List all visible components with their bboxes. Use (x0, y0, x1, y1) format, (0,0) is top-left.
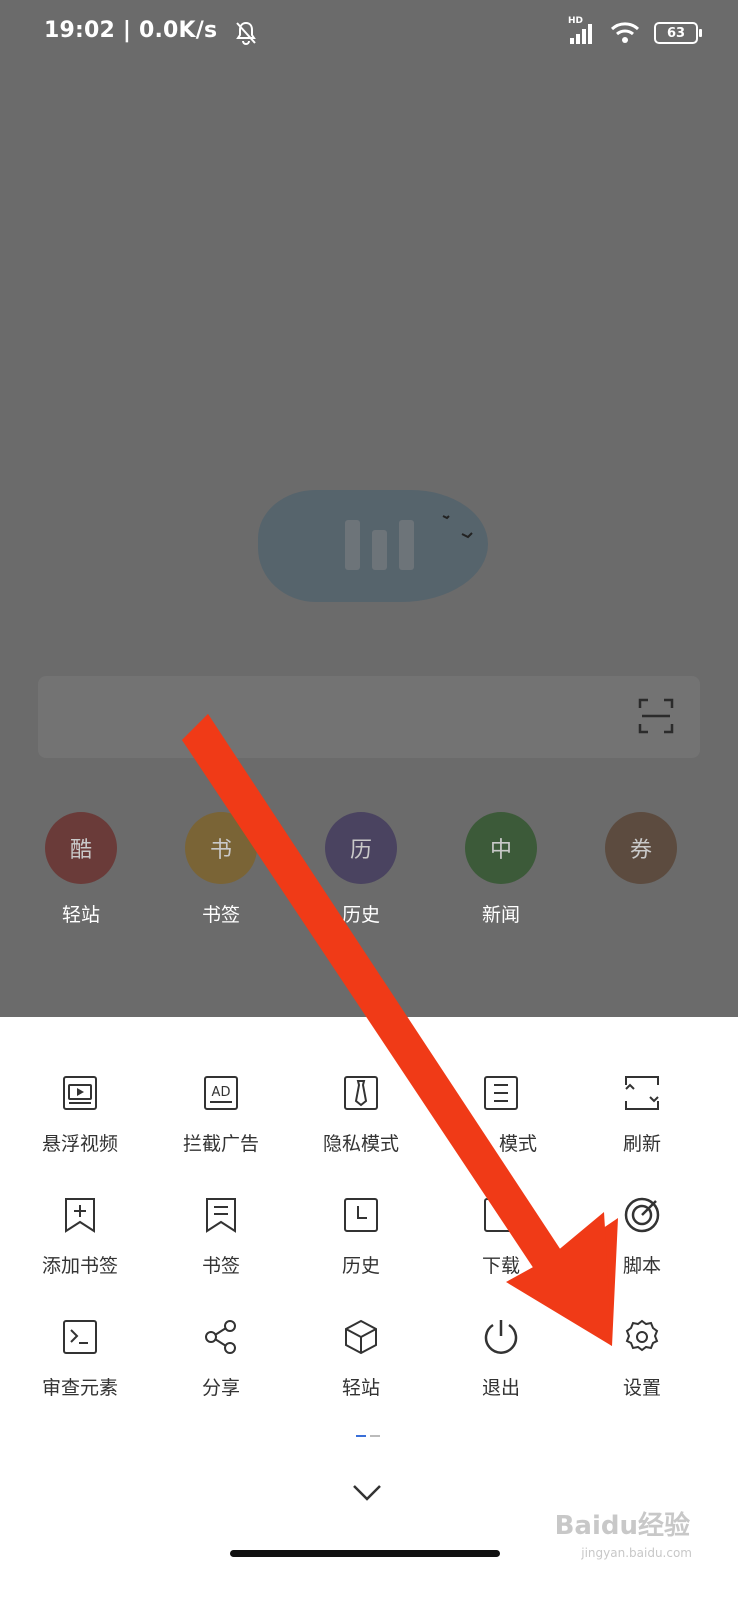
privacy-mode-icon (344, 1076, 378, 1110)
status-icons: HD 63 (236, 16, 702, 48)
wifi-icon (610, 22, 640, 43)
menu-item-light-site[interactable]: 轻站 (301, 1317, 421, 1400)
menu-item-settings[interactable]: 设置 (582, 1317, 702, 1400)
inspect-element-icon (63, 1320, 97, 1354)
menu-item-exit[interactable]: 退出 (441, 1317, 561, 1400)
menu-label: 模式 (498, 1133, 537, 1155)
quick-link-4[interactable]: 券 (581, 812, 701, 900)
scan-icon[interactable] (638, 698, 674, 734)
watermark-url: jingyan.baidu.com (581, 1546, 692, 1560)
menu-label: 审查元素 (41, 1377, 118, 1399)
menu-item-inspect-element[interactable]: 审查元素 (20, 1317, 140, 1400)
bookmark-icon (206, 1198, 236, 1233)
power-icon (484, 1320, 518, 1354)
quick-link-badge: 券 (605, 812, 677, 884)
refresh-icon (625, 1076, 659, 1110)
chevron-down-icon[interactable] (352, 1484, 382, 1502)
quick-link-0[interactable]: 酷 轻站 (21, 812, 141, 927)
menu-label: 刷新 (622, 1133, 661, 1155)
menu-label: 隐私模式 (322, 1133, 399, 1155)
menu-label: 悬浮视频 (41, 1133, 118, 1155)
status-bar: 19:02 | 0.0K/s HD 63 (0, 0, 738, 66)
light-site-icon (345, 1319, 377, 1355)
menu-item-bookmark[interactable]: 书签 (161, 1195, 281, 1278)
menu-item-refresh[interactable]: 刷新 (582, 1073, 702, 1156)
menu-item-script[interactable]: 脚本 (582, 1195, 702, 1278)
battery-icon: 63 (654, 22, 702, 44)
reading-mode-icon (484, 1076, 518, 1110)
menu-label: 设置 (622, 1377, 661, 1399)
quick-link-badge: 中 (465, 812, 537, 884)
quick-link-label: 新闻 (481, 904, 520, 926)
quick-link-1[interactable]: 书 书签 (161, 812, 281, 927)
svg-text:AD: AD (212, 1085, 231, 1100)
signal-icon: HD (568, 16, 596, 46)
bird-decoration-icon (442, 515, 473, 539)
script-icon (624, 1197, 660, 1233)
menu-label: 退出 (481, 1377, 520, 1399)
quick-link-badge: 酷 (45, 812, 117, 884)
add-bookmark-icon (65, 1198, 95, 1233)
menu-label: 脚本 (622, 1255, 661, 1277)
quick-link-2[interactable]: 历 历史 (301, 812, 421, 927)
menu-item-history[interactable]: 历史 (301, 1195, 421, 1278)
menu-item-download[interactable]: 下载 (441, 1195, 561, 1278)
menu-item-share[interactable]: 分享 (161, 1317, 281, 1400)
download-icon (484, 1198, 518, 1232)
quick-link-badge: 历 (325, 812, 397, 884)
home-indicator[interactable] (230, 1550, 500, 1557)
quick-link-3[interactable]: 中 新闻 (441, 812, 561, 927)
menu-label: 添加书签 (41, 1255, 118, 1277)
floating-video-icon (63, 1076, 97, 1110)
menu-item-privacy-mode[interactable]: 隐私模式 (301, 1073, 421, 1156)
gear-icon (625, 1319, 659, 1352)
menu-item-reading-mode[interactable]: 模式 (441, 1073, 561, 1156)
search-bar[interactable] (38, 676, 700, 758)
menu-label: 书签 (201, 1255, 240, 1277)
menu-item-ad-block[interactable]: AD 拦截广告 (161, 1073, 281, 1156)
quick-links: 酷 轻站 书 书签 历 历史 中 新闻 券 (0, 812, 738, 932)
menu-label: 拦截广告 (182, 1133, 259, 1155)
ad-block-icon: AD (204, 1076, 238, 1110)
menu-label: 下载 (481, 1255, 520, 1277)
battery-level: 63 (666, 25, 686, 41)
page-indicator (356, 1435, 380, 1437)
mute-bell-icon (236, 21, 256, 45)
menu-item-floating-video[interactable]: 悬浮视频 (20, 1073, 140, 1156)
menu-label: 轻站 (341, 1377, 380, 1399)
status-time: 19:02 | 0.0K/s (44, 18, 218, 43)
history-icon (344, 1198, 378, 1232)
menu-label: 历史 (341, 1255, 380, 1277)
quick-link-label: 历史 (341, 904, 380, 926)
quick-link-label: 轻站 (61, 904, 100, 926)
menu-label: 分享 (201, 1377, 240, 1399)
browser-logo-mark (345, 520, 414, 570)
network-label: HD (568, 16, 584, 26)
watermark-brand: Baidu经验 (554, 1511, 690, 1541)
quick-link-badge: 书 (185, 812, 257, 884)
quick-link-label: 书签 (201, 904, 240, 926)
share-icon (205, 1320, 236, 1354)
menu-item-add-bookmark[interactable]: 添加书签 (20, 1195, 140, 1278)
